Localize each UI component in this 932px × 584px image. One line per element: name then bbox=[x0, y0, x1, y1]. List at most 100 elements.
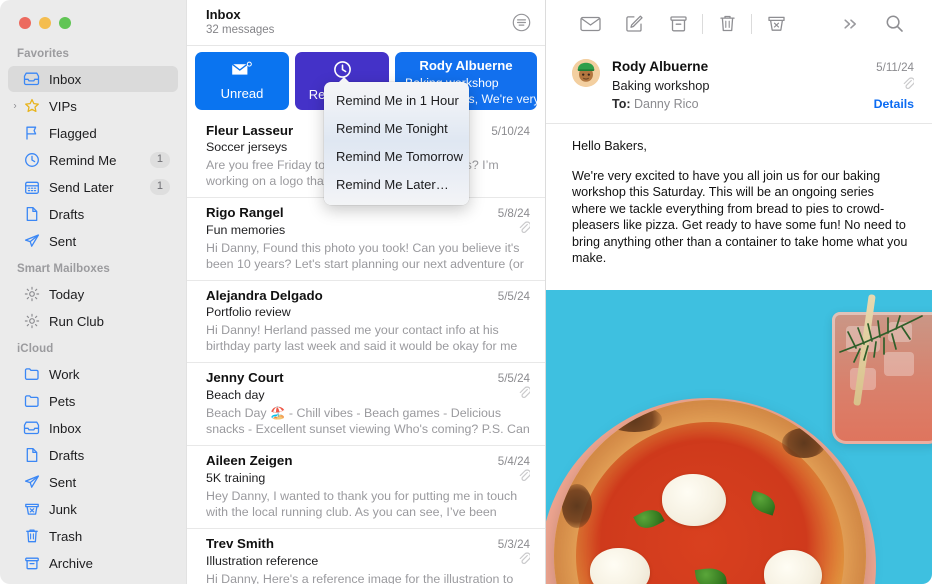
clock-icon bbox=[333, 60, 352, 82]
close-button[interactable] bbox=[19, 17, 31, 29]
message-date: 5/8/24 bbox=[497, 207, 530, 220]
body-paragraph: We're very excited to have you all join … bbox=[572, 168, 908, 266]
star-icon bbox=[22, 98, 41, 115]
message-preview: Hi Danny, Found this photo you took! Can… bbox=[206, 241, 524, 271]
message-subject: 5K training bbox=[206, 470, 266, 485]
paperclip-icon bbox=[518, 220, 532, 239]
sidebar-item-today[interactable]: Today bbox=[8, 281, 178, 307]
sidebar-item-icloud-sent[interactable]: Sent bbox=[8, 469, 178, 495]
minimize-button[interactable] bbox=[39, 17, 51, 29]
reader-toolbar bbox=[546, 0, 932, 47]
sidebar-item-work[interactable]: Work bbox=[8, 361, 178, 387]
sidebar-item-label: Trash bbox=[49, 528, 83, 544]
sidebar-item-label: VIPs bbox=[49, 98, 77, 114]
sidebar-item-archive[interactable]: Archive bbox=[8, 550, 178, 576]
sidebar-item-label: Archive bbox=[49, 555, 93, 571]
sidebar-item-icloud-drafts[interactable]: Drafts bbox=[8, 442, 178, 468]
clock-icon bbox=[22, 152, 41, 169]
sidebar-item-label: Work bbox=[49, 366, 80, 382]
sort-filter-icon[interactable] bbox=[511, 12, 531, 32]
sidebar-item-label: Run Club bbox=[49, 313, 104, 329]
menu-item-remind-tonight[interactable]: Remind Me Tonight bbox=[324, 115, 469, 143]
sidebar-item-label: Flagged bbox=[49, 125, 97, 141]
sidebar-item-run-club[interactable]: Run Club bbox=[8, 308, 178, 334]
sidebar-item-label: Sent bbox=[49, 474, 77, 490]
toolbar-divider bbox=[702, 13, 703, 34]
message-list-header: Inbox 32 messages bbox=[187, 0, 545, 46]
to-label: To: bbox=[612, 97, 631, 111]
message-sender: Fleur Lasseur bbox=[206, 123, 294, 138]
junk-button[interactable] bbox=[754, 9, 798, 39]
inbox-tray-icon bbox=[22, 420, 41, 437]
details-link[interactable]: Details bbox=[874, 97, 914, 111]
compose-button[interactable] bbox=[612, 9, 656, 39]
sidebar-item-label: Send Later bbox=[49, 179, 114, 195]
sidebar-item-drafts[interactable]: Drafts bbox=[8, 201, 178, 227]
message-list-item[interactable]: Alejandra Delgado 5/5/24 Portfolio revie… bbox=[187, 281, 545, 363]
archive-box-icon bbox=[22, 555, 41, 572]
swipe-action-unread[interactable]: Unread bbox=[195, 52, 289, 110]
gear-icon bbox=[22, 313, 41, 330]
window-controls bbox=[0, 0, 186, 40]
message-date: 5/5/24 bbox=[497, 372, 530, 385]
sidebar-item-label: Pets bbox=[49, 393, 76, 409]
sidebar-item-label: Remind Me bbox=[49, 152, 117, 168]
unread-envelope-icon bbox=[231, 61, 253, 81]
archive-button[interactable] bbox=[656, 9, 700, 39]
selected-message-sender: Rody Albuerne bbox=[419, 58, 513, 73]
message-date: 5/3/24 bbox=[497, 538, 530, 551]
to-value: Danny Rico bbox=[634, 97, 699, 111]
junk-bin-icon bbox=[22, 501, 41, 518]
remind-me-context-menu: Remind Me in 1 Hour Remind Me Tonight Re… bbox=[324, 77, 469, 205]
message-reader-pane: Rody Albuerne 5/11/24 Baking workshop To… bbox=[546, 0, 932, 584]
sidebar-item-remind-me[interactable]: Remind Me 1 bbox=[8, 147, 178, 173]
sidebar-item-label: Drafts bbox=[49, 206, 85, 222]
message-list-item[interactable]: Jenny Court 5/5/24 Beach day Beach Day 🏖… bbox=[187, 363, 545, 446]
message-preview: Hi Danny, Here's a reference image for t… bbox=[206, 572, 514, 584]
message-list-item[interactable]: Aileen Zeigen 5/4/24 5K training Hey Dan… bbox=[187, 446, 545, 529]
delete-button[interactable] bbox=[705, 9, 749, 39]
toolbar-divider bbox=[751, 13, 752, 34]
sidebar-item-junk[interactable]: Junk bbox=[8, 496, 178, 522]
rosemary-sprig bbox=[839, 314, 923, 363]
zoom-button[interactable] bbox=[59, 17, 71, 29]
pizza-photo[interactable] bbox=[546, 289, 932, 584]
message-subject: Beach day bbox=[206, 387, 265, 402]
sidebar-item-vips[interactable]: › VIPs bbox=[8, 93, 178, 119]
message-date: 5/5/24 bbox=[497, 290, 530, 303]
mark-unread-button[interactable] bbox=[568, 9, 612, 39]
sidebar-item-flagged[interactable]: Flagged bbox=[8, 120, 178, 146]
sidebar-item-sent[interactable]: Sent bbox=[8, 228, 178, 254]
message-subject: Baking workshop bbox=[612, 78, 710, 93]
folder-icon bbox=[22, 366, 41, 383]
message-list-item[interactable]: Rigo Rangel 5/8/24 Fun memories Hi Danny… bbox=[187, 198, 545, 281]
message-subject: Portfolio review bbox=[206, 305, 291, 319]
more-button[interactable] bbox=[828, 9, 872, 39]
sidebar-item-icloud-inbox[interactable]: Inbox bbox=[8, 415, 178, 441]
sidebar-item-inbox[interactable]: Inbox bbox=[8, 66, 178, 92]
menu-item-remind-tomorrow[interactable]: Remind Me Tomorrow bbox=[324, 143, 469, 171]
paper-plane-icon bbox=[22, 474, 41, 491]
attachment-area bbox=[546, 289, 932, 584]
memoji-avatar bbox=[572, 59, 600, 87]
message-recipient: To: Danny Rico bbox=[612, 95, 699, 113]
sidebar-item-label: Drafts bbox=[49, 447, 85, 463]
sidebar-item-label: Inbox bbox=[49, 71, 82, 87]
sidebar-item-label: Inbox bbox=[49, 420, 82, 436]
sidebar-item-send-later[interactable]: Send Later 1 bbox=[8, 174, 178, 200]
message-list-item[interactable]: Trev Smith 5/3/24 Illustration reference… bbox=[187, 529, 545, 584]
message-sender: Rigo Rangel bbox=[206, 205, 284, 220]
menu-item-remind-later[interactable]: Remind Me Later… bbox=[324, 171, 469, 199]
unread-badge: 1 bbox=[149, 179, 170, 195]
search-button[interactable] bbox=[872, 9, 916, 39]
mail-window: Favorites Inbox › VIPs Flagged Remind Me… bbox=[0, 0, 932, 584]
sidebar-item-trash[interactable]: Trash bbox=[8, 523, 178, 549]
sidebar-item-pets[interactable]: Pets bbox=[8, 388, 178, 414]
sidebar-item-label: Today bbox=[49, 286, 85, 302]
message-sender-name: Rody Albuerne bbox=[612, 59, 709, 74]
unread-badge: 1 bbox=[149, 152, 170, 168]
document-icon bbox=[22, 447, 41, 464]
sidebar: Favorites Inbox › VIPs Flagged Remind Me… bbox=[0, 0, 186, 584]
chevron-right-icon[interactable]: › bbox=[10, 101, 20, 112]
menu-item-remind-1-hour[interactable]: Remind Me in 1 Hour bbox=[324, 87, 469, 115]
